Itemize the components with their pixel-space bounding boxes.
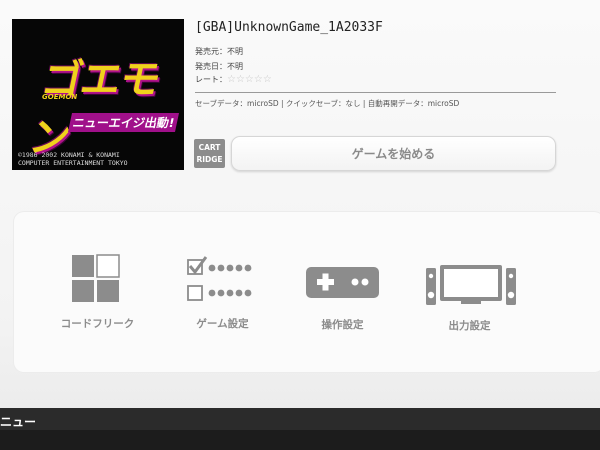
game-title: [GBA]UnknownGame_1A2033F	[195, 20, 383, 35]
menu-label-code-freak: コードフリーク	[60, 318, 135, 330]
publisher-label: 発売元：	[195, 47, 227, 56]
cover-copyright: ©1986 2002 KONAMI & KONAMI COMPUTER ENTE…	[18, 151, 180, 167]
monitor-speakers-icon	[426, 265, 516, 305]
release-row: 発売日：不明	[195, 61, 243, 72]
menu-label-control-settings: 操作設定	[321, 319, 364, 331]
cover-copyright-line1: ©1986 2002 KONAMI & KONAMI	[18, 151, 120, 159]
save-info: セーブデータ：microSD | クイックセーブ：なし | 自動再開データ：mi…	[195, 99, 460, 108]
menu-label-game-settings: ゲーム設定	[196, 318, 249, 330]
menu-item-code-freak[interactable]: コードフリーク	[50, 252, 145, 337]
start-game-button[interactable]: ゲームを始める	[231, 136, 556, 171]
publisher-row: 発売元：不明	[195, 46, 243, 57]
menu-item-output-settings[interactable]: 出力設定	[422, 252, 517, 337]
cover-logo: ゴエモン	[25, 57, 165, 161]
cover-subtitle: ニューエイジ出動!	[67, 113, 180, 132]
menu-label-output-settings: 出力設定	[448, 320, 491, 332]
cover-copyright-line2: COMPUTER ENTERTAINMENT TOKYO	[18, 159, 128, 167]
cartridge-icon-line1: CART	[198, 143, 221, 152]
game-cover-art: ゴエモン GOEMON ニューエイジ出動! ©1986 2002 KONAMI …	[12, 19, 184, 170]
rating-row: レート：☆☆☆☆☆	[195, 74, 272, 85]
cartridge-icon-line2: RIDGE	[196, 155, 223, 164]
menu-item-control-settings[interactable]: 操作設定	[295, 252, 390, 337]
release-label: 発売日：	[195, 62, 227, 71]
bottom-shade	[0, 430, 600, 450]
rating-stars-icon: ☆☆☆☆☆	[227, 74, 272, 85]
bottom-menu-label[interactable]: ニュー	[0, 413, 36, 430]
release-value: 不明	[227, 62, 243, 71]
rating-label: レート：	[195, 75, 227, 84]
cartridge-icon: CART RIDGE	[194, 139, 225, 168]
menu-item-game-settings[interactable]: ゲーム設定	[175, 252, 270, 337]
gamepad-icon	[306, 267, 379, 298]
publisher-value: 不明	[227, 47, 243, 56]
info-divider	[195, 92, 556, 93]
grid-icon	[72, 254, 120, 302]
checklist-icon	[187, 256, 252, 301]
cover-logo-small: GOEMON	[42, 93, 78, 101]
